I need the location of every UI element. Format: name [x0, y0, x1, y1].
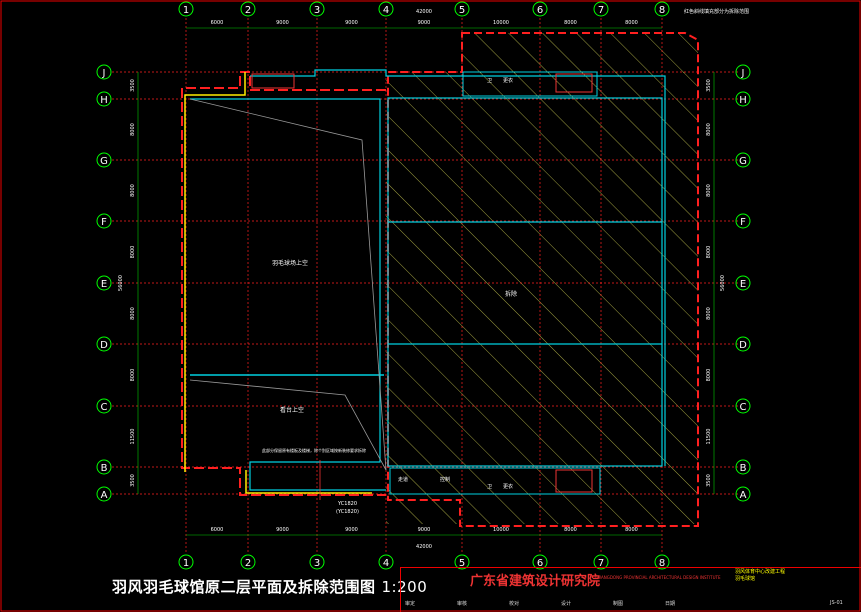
dim-col-top-0: 6000 — [211, 20, 224, 26]
dim-col-bottom-1: 9000 — [276, 527, 289, 533]
dim-row-right-4: 8000 — [706, 307, 712, 320]
bottom-room-control: 控制 — [440, 476, 450, 483]
dim-row-left-3: 8000 — [130, 246, 136, 259]
grid-label-col-1-top: 1 — [183, 5, 189, 16]
left-wall-red — [181, 71, 386, 496]
grid-label-row-H-right: H — [739, 95, 747, 106]
grid-label-col-5-top: 5 — [459, 5, 465, 16]
grid-label-row-C-right: C — [740, 402, 747, 413]
dim-col-top-1: 9000 — [276, 20, 289, 26]
grid-label-col-3-bottom: 3 — [314, 558, 320, 569]
grid-label-col-7-top: 7 — [598, 5, 604, 16]
grid-label-row-E-left: E — [101, 279, 107, 290]
dim-row-right-5: 8000 — [706, 369, 712, 382]
grid-label-col-6-top: 6 — [537, 5, 543, 16]
dim-col-top-4: 10000 — [493, 20, 509, 26]
dim-col-bottom-0: 6000 — [211, 527, 224, 533]
grid-label-row-B-left: B — [101, 463, 108, 474]
dim-row-right-6: 11500 — [706, 429, 712, 445]
dim-total-height-right: 56000 — [720, 275, 726, 291]
dim-row-left-0: 3500 — [130, 79, 136, 92]
demolish-hatch-region — [386, 72, 698, 524]
title-block-label: 制图 — [613, 601, 624, 607]
floor-plan-drawing: 1122334455667788J JH HG GF FE ED DC CB BA A6000 90… — [0, 0, 861, 612]
dim-total-width-top: 42000 — [416, 9, 432, 15]
title-block-label: 审定 — [405, 601, 416, 607]
grid-label-col-4-top: 4 — [383, 5, 389, 16]
grid-label-row-C-left: C — [101, 402, 108, 413]
sub-project-name: 羽毛球馆 — [735, 576, 756, 582]
grid-label-row-D-right: D — [739, 340, 747, 351]
project-name: 羽风体育中心改建工程 — [735, 569, 786, 575]
wall-inner-left — [190, 98, 386, 491]
dim-total-width-bottom: 42000 — [416, 544, 432, 550]
demolish-hatch-extension — [462, 33, 698, 73]
grid-label-row-E-right: E — [740, 279, 746, 290]
upper-area-label: 羽毛球场上空 — [272, 259, 308, 267]
dim-col-bottom-6: 8000 — [625, 527, 638, 533]
grid-label-row-A-right: A — [740, 490, 747, 501]
dim-row-right-3: 8000 — [706, 246, 712, 259]
grid-label-col-2-top: 2 — [245, 5, 251, 16]
dim-row-right-1: 8000 — [706, 123, 712, 136]
dim-col-bottom-3: 9000 — [418, 527, 431, 533]
grid-label-row-J-right: J — [741, 68, 745, 79]
top-room-change: 更衣 — [503, 77, 513, 84]
institute-name: 广东省建筑设计研究院 — [470, 574, 601, 589]
section-line-lower — [189, 379, 387, 471]
keep-note: 此部分保留原有楼板及楼梯，除个别区域按新装修要求拆除 — [262, 447, 366, 453]
bottom-room-change: 更衣 — [503, 483, 513, 490]
drawing-title-text: 羽风羽毛球馆原二层平面及拆除范围图 — [112, 578, 376, 596]
dim-row-right-0: 3500 — [706, 79, 712, 92]
grid-label-row-G-right: G — [739, 156, 747, 167]
dim-row-left-2: 8000 — [130, 184, 136, 197]
grid-label-row-G-left: G — [100, 156, 108, 167]
top-room-wc: 卫 — [487, 78, 492, 84]
grid-label-col-4-bottom: 4 — [383, 558, 389, 569]
drawing-number: JS-01 — [830, 600, 843, 606]
title-block-project: 羽风体育中心改建工程 羽毛球馆 — [735, 569, 785, 583]
slab-edge-yellow — [184, 72, 246, 472]
dim-row-left-6: 11500 — [130, 429, 136, 445]
institute-english: GUANGDONG PROVINCIAL ARCHITECTURAL DESIG… — [595, 575, 721, 580]
grid-label-col-1-bottom: 1 — [183, 558, 189, 569]
dim-col-bottom-4: 10000 — [493, 527, 509, 533]
demolish-area-label: 拆除 — [505, 290, 517, 298]
dim-row-right-2: 8000 — [706, 184, 712, 197]
legend-note: 红色斜线填充部分为拆除范围 — [684, 8, 749, 15]
dim-total-height-left: 56000 — [118, 275, 124, 291]
dim-col-top-6: 8000 — [625, 20, 638, 26]
dim-row-left-1: 8000 — [130, 123, 136, 136]
grid-label-row-F-left: F — [101, 217, 107, 228]
dim-row-right-7: 3500 — [706, 474, 712, 487]
grid-label-col-8-top: 8 — [659, 5, 665, 16]
grid-label-row-H-left: H — [100, 95, 108, 106]
lower-area-label: 看台上空 — [280, 406, 304, 414]
grid-label-row-D-left: D — [100, 340, 108, 351]
door-label-2: (YC1820) — [336, 509, 359, 515]
grid-label-col-3-top: 3 — [314, 5, 320, 16]
title-block-label: 设计 — [561, 601, 572, 607]
title-block-label: 校对 — [509, 601, 520, 607]
title-block-label: 审核 — [457, 601, 468, 607]
dim-row-left-4: 8000 — [130, 307, 136, 320]
title-block-label: 日期 — [665, 601, 676, 607]
bottom-room-corridor: 走道 — [398, 476, 408, 483]
dim-col-bottom-2: 9000 — [345, 527, 358, 533]
grid-label-row-J-left: J — [102, 68, 106, 79]
dim-col-bottom-5: 8000 — [564, 527, 577, 533]
dim-col-top-3: 9000 — [418, 20, 431, 26]
door-label-1: YC1820 — [337, 501, 357, 507]
drawing-title: 羽风羽毛球馆原二层平面及拆除范围图 1:200 — [112, 576, 427, 597]
grid-label-col-2-bottom: 2 — [245, 558, 251, 569]
grid-label-row-B-right: B — [740, 463, 747, 474]
section-line-upper — [189, 98, 387, 471]
dim-row-left-5: 8000 — [130, 369, 136, 382]
dim-col-top-2: 9000 — [345, 20, 358, 26]
dim-col-top-5: 8000 — [564, 20, 577, 26]
dim-row-left-7: 3500 — [130, 474, 136, 487]
grid-label-row-F-right: F — [740, 217, 746, 228]
bottom-room-wc: 卫 — [487, 484, 492, 490]
grid-label-row-A-left: A — [101, 490, 108, 501]
